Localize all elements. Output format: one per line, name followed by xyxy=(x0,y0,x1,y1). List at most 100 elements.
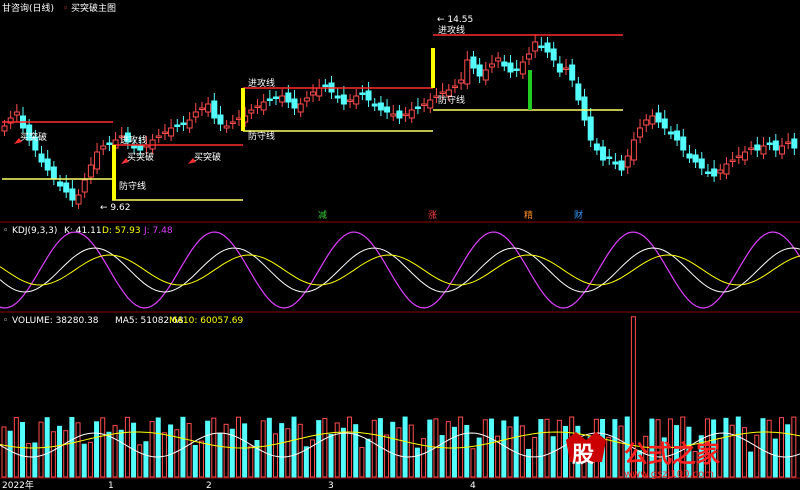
candle-body xyxy=(587,116,594,141)
volume-bar xyxy=(26,443,32,478)
volume-bar xyxy=(390,421,396,478)
candle-body xyxy=(624,155,631,168)
volume-bar xyxy=(760,418,766,478)
volume-bar xyxy=(254,439,260,478)
candle-body xyxy=(421,103,428,106)
candle-body xyxy=(711,168,718,177)
candle-body xyxy=(495,57,502,62)
candle-body xyxy=(630,139,637,161)
kdj-j-value: J: 7.48 xyxy=(143,226,173,236)
candle-body xyxy=(581,96,588,121)
candle-body xyxy=(106,142,113,145)
candle-body xyxy=(748,147,755,150)
candle-body xyxy=(57,181,64,187)
volume-value[interactable]: VOLUME: 38280.38 xyxy=(12,316,99,326)
volume-bar xyxy=(427,419,433,478)
x-axis-label: 1 xyxy=(108,481,114,490)
candle-body xyxy=(470,56,477,69)
candle-body xyxy=(532,41,539,52)
candle-body xyxy=(365,90,372,101)
candle-body xyxy=(161,131,168,134)
volume-bar xyxy=(439,435,445,478)
volume-bar xyxy=(618,425,624,478)
volume-bar xyxy=(81,443,87,478)
candle-body xyxy=(427,99,434,109)
candle-body xyxy=(340,94,347,105)
volume-bar xyxy=(340,427,346,478)
candle-body xyxy=(525,53,532,60)
volume-bar xyxy=(458,416,464,478)
candle-body xyxy=(192,111,199,118)
volume-legend: ◦ VOLUME: 38280.38 MA5: 51082.68 MA10: 6… xyxy=(3,316,243,326)
indicator-name[interactable]: 买突破主图 xyxy=(71,2,116,14)
volume-bar xyxy=(778,417,784,478)
volume-bar xyxy=(7,430,13,478)
candle-body xyxy=(81,179,88,193)
candle-body xyxy=(550,48,557,61)
candle-body xyxy=(371,103,378,107)
candle-body xyxy=(729,159,736,162)
line-label: 防守线 xyxy=(248,130,275,142)
volume-bar xyxy=(371,419,377,478)
candle-body xyxy=(482,69,489,81)
x-axis-label: 4 xyxy=(470,481,476,490)
candle-body xyxy=(310,91,317,96)
candle-body xyxy=(180,122,187,125)
volume-bar xyxy=(297,423,303,478)
x-axis-label: 3 xyxy=(328,481,334,490)
volume-bar xyxy=(322,417,328,478)
kdj-d-line xyxy=(0,254,800,286)
kdj-name[interactable]: KDJ(9,3,3) xyxy=(12,226,57,236)
candle-body xyxy=(692,154,699,163)
candle-body xyxy=(334,95,341,99)
candle-body xyxy=(359,92,366,95)
chart-canvas: 甘咨询(日线) ◦ 买突破主图 进攻线进攻线进攻线防守线防守线防守线买突破买突破… xyxy=(0,2,800,490)
candle-body xyxy=(248,109,255,114)
candle-body xyxy=(402,113,409,116)
candle-body xyxy=(760,145,767,155)
volume-bar xyxy=(100,417,106,478)
candle-body xyxy=(674,130,681,141)
volume-bar xyxy=(766,419,772,478)
candle-body xyxy=(44,158,51,171)
high-price-marker: ← 14.55 xyxy=(437,15,473,25)
candle-body xyxy=(396,110,403,119)
candle-body xyxy=(303,97,310,102)
volume-bar xyxy=(723,417,729,478)
volume-bar xyxy=(106,431,112,478)
volume-bar xyxy=(550,436,556,478)
volume-bar xyxy=(359,446,365,478)
event-tag: 精 xyxy=(524,209,533,221)
x-axis-label: 2022年 xyxy=(2,479,34,490)
volume-bar xyxy=(69,416,75,478)
volume-bar xyxy=(63,430,69,478)
candle-body xyxy=(155,135,162,138)
candle-body xyxy=(698,158,705,169)
watermark-url: www.gszj100.com xyxy=(624,469,714,480)
volume-bar xyxy=(735,416,741,478)
volume-bar xyxy=(741,427,747,478)
candle-body xyxy=(612,161,619,165)
volume-bar xyxy=(279,423,285,478)
event-tag: 涨 xyxy=(428,210,437,221)
kdj-d-value: D: 57.93 xyxy=(102,226,141,236)
breakout-bar xyxy=(528,70,532,110)
volume-bar xyxy=(217,432,223,478)
volume-bar xyxy=(384,434,390,478)
candle-body xyxy=(556,63,563,73)
volume-bar xyxy=(229,428,235,478)
candle-body xyxy=(723,163,730,175)
breakout-bar xyxy=(431,48,435,88)
volume-bar xyxy=(38,421,44,478)
candle-body xyxy=(38,153,45,163)
candle-body xyxy=(538,45,545,48)
candle-body xyxy=(291,98,298,109)
breakout-bar xyxy=(112,145,116,200)
candle-body xyxy=(704,171,711,174)
breakout-bar xyxy=(241,88,245,131)
candle-body xyxy=(766,142,773,145)
candle-body xyxy=(667,131,674,135)
volume-bar xyxy=(20,421,26,478)
volume-bar xyxy=(754,434,760,478)
candle-body xyxy=(451,85,458,88)
